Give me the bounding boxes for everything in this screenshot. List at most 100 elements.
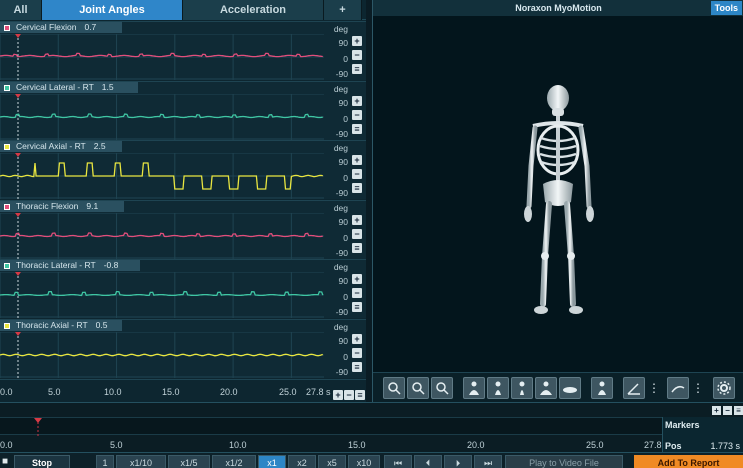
add-tab-button[interactable]: +	[324, 0, 362, 20]
graph-area[interactable]	[0, 153, 324, 199]
zoom-in-icon[interactable]	[407, 377, 429, 399]
graph-fit-button[interactable]: ≡	[352, 362, 362, 372]
graph-panel[interactable]: Thoracic Lateral - RT -0.8 deg 90 0 -90 + − ≡	[0, 259, 366, 318]
graph-fit-button[interactable]: ≡	[352, 64, 362, 74]
graph-zoom-in-button[interactable]: +	[352, 215, 362, 225]
y-axis-label: 90	[338, 336, 348, 346]
step-forward-icon[interactable]: ⏵	[444, 455, 472, 468]
angle-menu-icon[interactable]: ⋮	[648, 381, 660, 395]
tools-button[interactable]: Tools	[710, 1, 742, 15]
timeline-tick: 20.0	[467, 440, 485, 450]
pane-splitter[interactable]	[366, 0, 372, 402]
graph-zoom-out-button[interactable]: −	[352, 110, 362, 120]
time-tick: 5.0	[48, 387, 61, 397]
side-view-right-icon[interactable]	[511, 377, 533, 399]
graph-zoom-out-button[interactable]: −	[352, 169, 362, 179]
y-axis: deg 90 0 -90	[326, 82, 352, 141]
skip-end-icon[interactable]: ⏭	[474, 455, 502, 468]
marker-list-button[interactable]: ≡	[734, 406, 743, 415]
graph-panel[interactable]: Thoracic Axial - RT 0.5 deg 90 0 -90 + − ≡	[0, 319, 366, 378]
tab-all[interactable]: All	[0, 0, 42, 20]
trajectory-menu-icon[interactable]: ⋮	[692, 381, 704, 395]
graph-panel[interactable]: Cervical Axial - RT 2.5 deg 90 0 -90 + − ≡	[0, 140, 366, 199]
graph-fit-button[interactable]: ≡	[352, 302, 362, 312]
add-to-report-button[interactable]: Add To Report	[634, 455, 743, 468]
back-view-icon[interactable]	[535, 377, 557, 399]
graph-area[interactable]	[0, 34, 324, 80]
graph-area[interactable]	[0, 272, 324, 318]
y-axis-label: 0	[343, 352, 348, 362]
stop-button[interactable]: Stop	[14, 455, 70, 468]
graph-panel[interactable]: Cervical Lateral - RT 1.5 deg 90 0 -90 + − ≡	[0, 81, 366, 140]
graph-fit-button[interactable]: ≡	[352, 124, 362, 134]
y-axis-label: -90	[335, 307, 348, 317]
timeline-tick: 0.0	[0, 440, 13, 450]
graph-fit-button[interactable]: ≡	[352, 243, 362, 253]
graph-zoom-in-button[interactable]: +	[352, 274, 362, 284]
marker-add-button[interactable]: +	[712, 406, 721, 415]
graph-area[interactable]	[0, 94, 324, 140]
graph-zoom-out-button[interactable]: −	[352, 50, 362, 60]
graph-area[interactable]	[0, 213, 324, 259]
graph-area[interactable]	[0, 332, 324, 378]
y-axis-label: 90	[338, 217, 348, 227]
speed-x1-2-button[interactable]: x1/2	[212, 455, 256, 468]
graph-header: Thoracic Lateral - RT -0.8	[0, 260, 140, 271]
graph-controls: + − ≡	[352, 94, 364, 139]
side-view-icon[interactable]	[487, 377, 509, 399]
trajectory-tool-icon[interactable]	[667, 377, 689, 399]
graph-header: Cervical Axial - RT 2.5	[0, 141, 122, 152]
angle-tool-icon[interactable]	[623, 377, 645, 399]
y-axis-label: -90	[335, 367, 348, 377]
body-view-icon[interactable]	[591, 377, 613, 399]
graph-fit-button[interactable]: ≡	[352, 183, 362, 193]
series-color-swatch	[4, 144, 10, 150]
time-tick: 0.0	[0, 387, 13, 397]
skip-start-icon[interactable]: ⏮	[384, 455, 412, 468]
marker-remove-button[interactable]: −	[723, 406, 732, 415]
top-view-icon[interactable]	[559, 377, 581, 399]
transport-bar: ■ Stop 1 x1/10 x1/5 x1/2 x1 x2 x5 x10 ⏮ …	[0, 452, 743, 468]
front-view-icon[interactable]	[463, 377, 485, 399]
tab-acceleration[interactable]: Acceleration	[183, 0, 324, 20]
time-zoom-in-button[interactable]: +	[333, 390, 343, 400]
speed-x10-button[interactable]: x10	[348, 455, 380, 468]
time-fit-button[interactable]: ≡	[355, 390, 365, 400]
markers-pos-label: Pos	[665, 441, 682, 451]
graph-panel[interactable]: Cervical Flexion 0.7 deg 90 0 -90 + − ≡	[0, 21, 366, 80]
graph-zoom-out-button[interactable]: −	[352, 288, 362, 298]
time-zoom-out-button[interactable]: −	[344, 390, 354, 400]
zoom-fit-icon[interactable]	[431, 377, 453, 399]
step-back-icon[interactable]: ⏴	[414, 455, 442, 468]
speed-x5-button[interactable]: x5	[318, 455, 346, 468]
panel-title: Noraxon MyoMotion Tools	[373, 0, 743, 16]
timeline-track[interactable]	[0, 417, 662, 436]
graph-zoom-in-button[interactable]: +	[352, 96, 362, 106]
skeleton-viewport[interactable]	[373, 16, 743, 372]
graph-zoom-out-button[interactable]: −	[352, 348, 362, 358]
graph-controls: + − ≡	[352, 153, 364, 198]
settings-gear-icon[interactable]	[713, 377, 735, 399]
timeline: 0.0 5.0 10.0 15.0 20.0 25.0 27.8 + − ≡ M…	[0, 402, 743, 453]
time-end-label: 27.8 s	[306, 387, 331, 397]
speed-x1-10-button[interactable]: x1/10	[116, 455, 166, 468]
y-axis-label: -90	[335, 248, 348, 258]
play-to-video-button[interactable]: Play to Video File	[505, 455, 623, 468]
graph-zoom-in-button[interactable]: +	[352, 334, 362, 344]
graph-zoom-in-button[interactable]: +	[352, 36, 362, 46]
speed-x1-5-button[interactable]: x1/5	[168, 455, 210, 468]
graph-label: Cervical Flexion	[16, 22, 77, 32]
graph-zoom-out-button[interactable]: −	[352, 229, 362, 239]
tab-joint-angles[interactable]: Joint Angles	[42, 0, 183, 20]
zoom-out-icon[interactable]	[383, 377, 405, 399]
graph-header: Cervical Lateral - RT 1.5	[0, 82, 138, 93]
tab-bar: All Joint Angles Acceleration +	[0, 0, 366, 20]
graph-zoom-in-button[interactable]: +	[352, 155, 362, 165]
series-color-swatch	[4, 263, 10, 269]
step-one-button[interactable]: 1	[96, 455, 114, 468]
stop-square-icon[interactable]: ■	[2, 456, 8, 467]
graph-panel[interactable]: Thoracic Flexion 9.1 deg 90 0 -90 + − ≡	[0, 200, 366, 259]
speed-x1-button[interactable]: x1	[258, 455, 286, 468]
markers-pos-value: 1.773 s	[710, 441, 740, 451]
speed-x2-button[interactable]: x2	[288, 455, 316, 468]
